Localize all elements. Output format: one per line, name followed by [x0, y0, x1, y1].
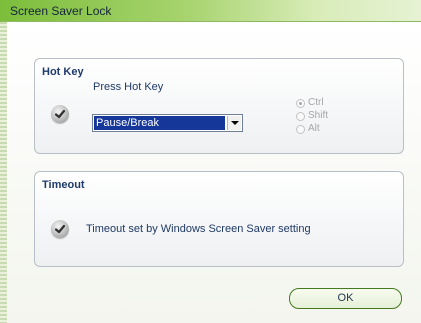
window-title: Screen Saver Lock — [10, 4, 112, 18]
modifier-alt-label: Alt — [308, 123, 320, 134]
dialog-body: Hot Key Press Hot Key Pause/Break Ctrl S… — [7, 22, 421, 323]
modifier-ctrl-label: Ctrl — [308, 97, 324, 108]
check-icon — [51, 220, 69, 238]
modifier-shift-label: Shift — [308, 110, 329, 121]
checkmark-glyph — [54, 109, 66, 119]
timeout-message: Timeout set by Windows Screen Saver sett… — [86, 223, 311, 235]
radio-shift[interactable] — [296, 112, 305, 121]
hotkey-prompt: Press Hot Key — [93, 81, 164, 93]
hotkey-select[interactable]: Pause/Break — [92, 114, 243, 132]
title-bar[interactable]: Screen Saver Lock — [0, 0, 421, 22]
window-left-border — [0, 22, 7, 323]
check-icon — [51, 105, 69, 123]
timeout-group: Timeout Timeout set by Windows Screen Sa… — [34, 171, 404, 267]
checkmark-glyph — [54, 224, 66, 234]
hotkey-group-label: Hot Key — [42, 66, 84, 78]
radio-ctrl[interactable] — [296, 99, 305, 108]
timeout-group-label: Timeout — [42, 179, 85, 191]
ok-button[interactable]: OK — [289, 288, 402, 309]
radio-alt[interactable] — [296, 125, 305, 134]
hotkey-select-value: Pause/Break — [94, 116, 225, 130]
hotkey-group: Hot Key Press Hot Key Pause/Break Ctrl S… — [34, 58, 404, 154]
chevron-down-icon[interactable] — [227, 116, 241, 130]
